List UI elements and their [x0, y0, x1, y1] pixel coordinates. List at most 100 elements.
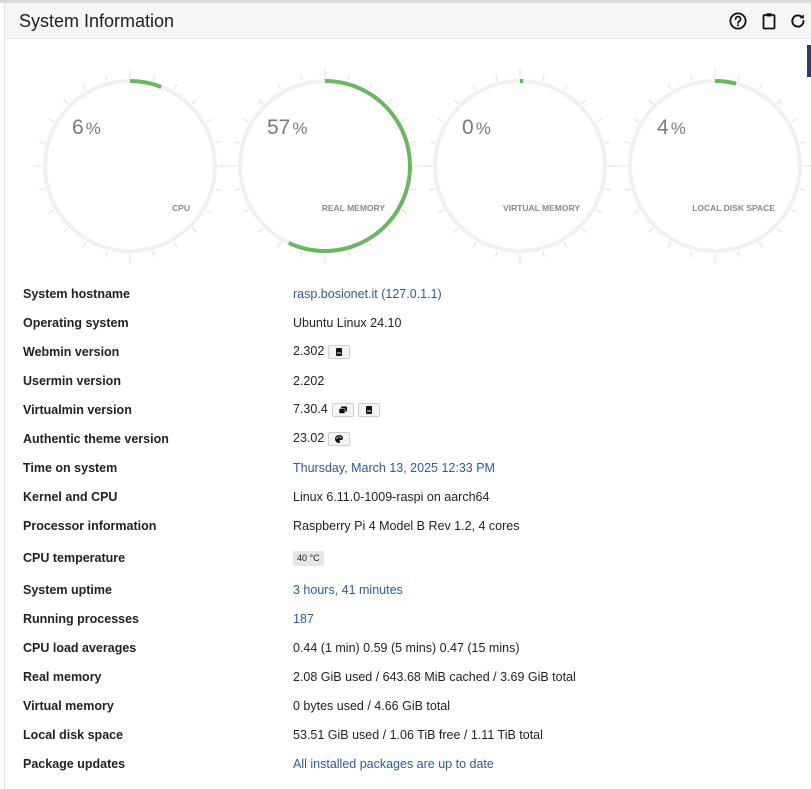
info-value: Linux 6.11.0-1009-raspi on aarch64 [293, 489, 490, 504]
gauge-tick [63, 99, 69, 105]
gauge-track [433, 79, 607, 253]
refresh-icon[interactable] [788, 11, 808, 31]
info-value-link[interactable]: 187 [293, 612, 314, 626]
info-key: Kernel and CPU [23, 489, 118, 504]
gauge-tick [438, 209, 445, 214]
info-value-cell: Linux 6.11.0-1009-raspi on aarch64 [293, 482, 576, 511]
cpu-temperature-badge: 40 °C [293, 550, 324, 566]
info-value-cell: 0 bytes used / 4.66 GiB total [293, 691, 576, 720]
gauge-tick [48, 209, 55, 214]
gauge-tick [39, 141, 46, 144]
info-key: Virtual memory [23, 698, 114, 713]
info-row: Processor information Raspberry Pi 4 Mode… [23, 511, 576, 540]
info-value: 0 bytes used / 4.66 GiB total [293, 698, 451, 713]
info-key: Local disk space [23, 727, 124, 742]
gauge-value: 6% [72, 116, 101, 139]
gauge-label: CPU [172, 203, 190, 213]
info-row: Usermin version 2.202 [23, 366, 576, 395]
info-row: Local disk space 53.51 GiB used / 1.06 Ti… [23, 720, 576, 749]
gauge-tick [453, 227, 459, 233]
palette-icon[interactable] [328, 431, 351, 446]
gauge-cpu: 6 % CPU [33, 69, 227, 263]
info-value: 7.30.4 [293, 402, 328, 417]
gauge-tick [690, 75, 693, 82]
gauge-tick [39, 188, 46, 191]
info-value-cell: 2.08 GiB used / 643.68 MiB cached / 3.69… [293, 662, 576, 691]
info-row: Authentic theme version 23.02 [23, 424, 576, 453]
info-key: Webmin version [23, 344, 120, 359]
gauge-value-arc [714, 79, 737, 86]
gauge-tick [258, 99, 264, 105]
gauge-tick [563, 84, 568, 91]
gauge-tick [429, 141, 436, 144]
info-value: 2.302 [293, 344, 325, 359]
gauge-tick [409, 141, 416, 144]
gauge-tick [581, 227, 587, 233]
gauge-tick [604, 188, 611, 191]
info-row: Kernel and CPU Linux 6.11.0-1009-raspi on… [23, 482, 576, 511]
gauge-tick [790, 209, 797, 214]
info-key: Package updates [23, 756, 126, 771]
info-key: Operating system [23, 315, 129, 330]
gauge-tick [438, 118, 445, 123]
gauge-tick [799, 141, 806, 144]
info-value-cell: 2.202 [293, 366, 576, 395]
info-value-link[interactable]: Thursday, March 13, 2025 12:33 PM [293, 461, 495, 475]
info-value: Raspberry Pi 4 Model B Rev 1.2, 4 cores [293, 518, 520, 533]
gauge-tick [429, 188, 436, 191]
gauge-tick [386, 99, 392, 105]
gauge-tick [214, 188, 221, 191]
gauge-tick [243, 209, 250, 214]
book-icon[interactable] [357, 402, 380, 417]
info-value-cell: 3 hours, 41 minutes [293, 575, 576, 604]
info-value-link[interactable]: rasp.bosionet.it (127.0.1.1) [293, 287, 442, 301]
gauge-tick [648, 227, 654, 233]
info-value-link[interactable]: 3 hours, 41 minutes [293, 583, 403, 597]
gauge-tick [368, 241, 373, 248]
info-value: 2.202 [293, 373, 325, 388]
gauge-tick [690, 250, 693, 257]
gauge-tick [563, 241, 568, 248]
info-key: System hostname [23, 286, 130, 301]
gauge-tick [472, 241, 477, 248]
gauge-tick [82, 241, 87, 248]
info-value-cell: 23.02 [293, 424, 576, 453]
gauge-tick [347, 250, 350, 257]
gauge-tick [63, 227, 69, 233]
info-value-link[interactable]: All installed packages are up to date [293, 757, 494, 771]
gauge-tick [648, 99, 654, 105]
gauge-tick [205, 118, 212, 123]
gauge-tick [581, 99, 587, 105]
gauge-tick [409, 188, 416, 191]
gauge-tick [277, 241, 282, 248]
info-value: 0.44 (1 min) 0.59 (5 mins) 0.47 (15 mins… [293, 640, 520, 655]
info-row: Time on system Thursday, March 13, 2025 1… [23, 453, 576, 482]
info-value-cell: 0.44 (1 min) 0.59 (5 mins) 0.47 (15 mins… [293, 633, 576, 662]
gauge-tick [737, 75, 740, 82]
clipboard-icon[interactable] [759, 11, 779, 31]
info-value-cell: 40 °C [293, 540, 576, 575]
gauge-value: 57% [267, 116, 307, 139]
info-row: System uptime 3 hours, 41 minutes [23, 575, 576, 604]
info-key: Processor information [23, 518, 157, 533]
gauge-value: 4% [657, 116, 686, 139]
gauge-value: 0% [462, 116, 491, 139]
docs-icon[interactable] [331, 402, 354, 417]
gauge-tick [595, 118, 602, 123]
info-value-cell: rasp.bosionet.it (127.0.1.1) [293, 279, 576, 308]
panel-title: System Information [19, 11, 175, 31]
info-row: Virtual memory 0 bytes used / 4.66 GiB to… [23, 691, 576, 720]
gauge-tick [205, 209, 212, 214]
gauge-track [628, 79, 802, 253]
gauge-tick [173, 84, 178, 91]
gauge-tick [758, 84, 763, 91]
gauge-tick [667, 241, 672, 248]
gauge-label: REAL MEMORY [322, 203, 386, 213]
book-icon[interactable] [328, 344, 351, 359]
panel-header: System Information [5, 3, 811, 39]
gauge-tick [633, 118, 640, 123]
gauge-virtual-memory: 0 % VIRTUAL MEMORY [423, 69, 617, 263]
gauge-tick [214, 141, 221, 144]
gauge-tick [191, 227, 197, 233]
help-circle-icon[interactable] [728, 11, 748, 31]
